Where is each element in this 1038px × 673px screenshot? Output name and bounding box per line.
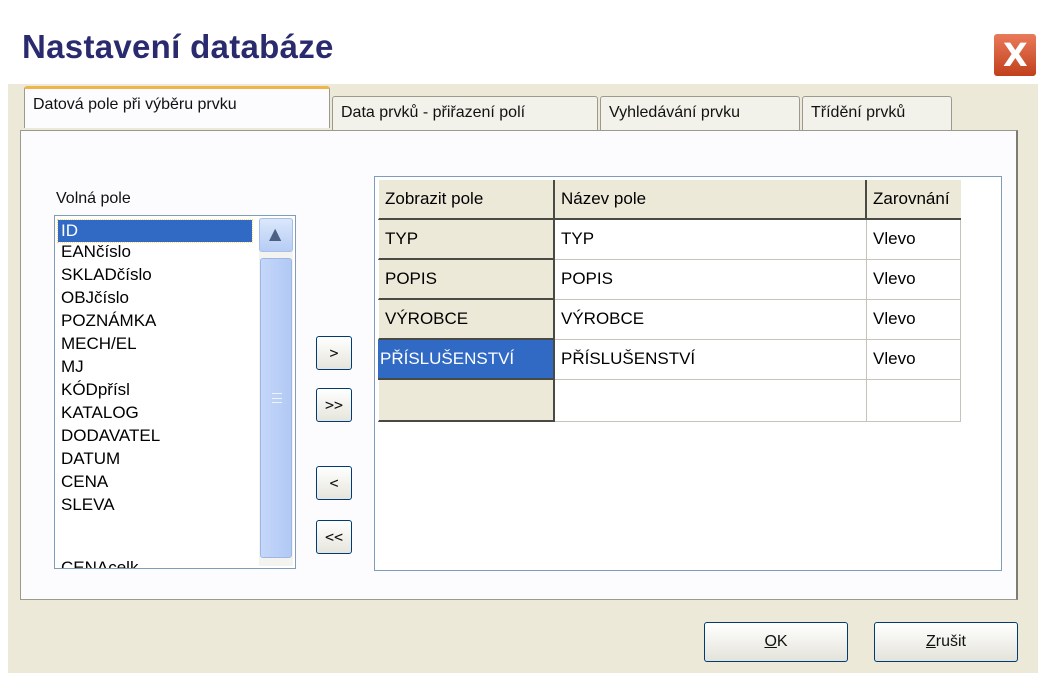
list-item[interactable]: KATALOG xyxy=(58,402,252,424)
list-item[interactable]: SLEVA xyxy=(58,494,252,516)
scroll-thumb[interactable] xyxy=(260,258,292,558)
list-item[interactable]: OBJčíslo xyxy=(58,287,252,309)
grid-cell[interactable]: Vlevo xyxy=(867,300,961,340)
column-header-zobrazit[interactable]: Zobrazit pole xyxy=(378,180,555,220)
list-item[interactable]: MJ xyxy=(58,356,252,378)
list-scrollbar[interactable]: ▲ xyxy=(259,218,293,566)
row-header[interactable]: POPIS xyxy=(378,260,555,300)
grid-cell[interactable] xyxy=(555,380,867,422)
row-header[interactable]: TYP xyxy=(378,220,555,260)
add-all-fields-button[interactable]: >> xyxy=(316,388,352,422)
grid-cell[interactable]: POPIS xyxy=(555,260,867,300)
display-fields-grid[interactable]: Zobrazit pole Název pole Zarovnání TYP T… xyxy=(374,176,1002,571)
list-item[interactable]: KÓDpřísl xyxy=(58,379,252,401)
grip-icon xyxy=(272,393,282,403)
chevron-up-icon: ▲ xyxy=(269,224,282,243)
column-header-nazev[interactable]: Název pole xyxy=(555,180,867,220)
grid-cell[interactable]: PŘÍSLUŠENSTVÍ xyxy=(555,340,867,380)
list-item[interactable]: MECH/EL xyxy=(58,333,252,355)
list-item[interactable]: SKLADčíslo xyxy=(58,264,252,286)
free-fields-list[interactable]: ID EANčíslo SKLADčíslo OBJčíslo POZNÁMKA… xyxy=(54,215,296,569)
list-item[interactable]: ID xyxy=(57,219,253,243)
free-fields-label: Volná pole xyxy=(56,190,131,207)
ok-label: K xyxy=(776,633,788,650)
cancel-label: rušit xyxy=(935,633,966,650)
list-item[interactable]: DODAVATEL xyxy=(58,425,252,447)
row-header[interactable] xyxy=(378,380,555,422)
grid-cell[interactable]: TYP xyxy=(555,220,867,260)
grid-cell[interactable]: VÝROBCE xyxy=(555,300,867,340)
ok-mnemonic: O xyxy=(764,633,777,650)
remove-all-fields-button[interactable]: << xyxy=(316,520,352,554)
row-header-selected[interactable]: PŘÍSLUŠENSTVÍ xyxy=(378,340,555,380)
scroll-up-button[interactable]: ▲ xyxy=(259,218,293,252)
dialog-window: Nastavení databáze X Datová pole při výb… xyxy=(0,0,1038,673)
list-item[interactable]: POZNÁMKA xyxy=(58,310,252,332)
cancel-button[interactable]: Zrušit xyxy=(874,622,1018,662)
row-header[interactable]: VÝROBCE xyxy=(378,300,555,340)
list-item[interactable]: DATUM xyxy=(58,448,252,470)
column-header-zarovnani[interactable]: Zarovnání xyxy=(867,180,961,220)
cancel-mnemonic: Z xyxy=(925,633,936,650)
grid-cell[interactable]: Vlevo xyxy=(867,220,961,260)
grid-cell[interactable] xyxy=(867,380,961,422)
list-item[interactable]: CENAcelk xyxy=(58,557,252,568)
grid-cell[interactable]: Vlevo xyxy=(867,260,961,300)
list-item[interactable]: EANčíslo xyxy=(58,241,252,263)
grid-cell[interactable]: Vlevo xyxy=(867,340,961,380)
ok-button[interactable]: OK xyxy=(704,622,848,662)
remove-field-button[interactable]: < xyxy=(316,466,352,500)
add-field-button[interactable]: > xyxy=(316,336,352,370)
list-item[interactable]: CENA xyxy=(58,471,252,493)
